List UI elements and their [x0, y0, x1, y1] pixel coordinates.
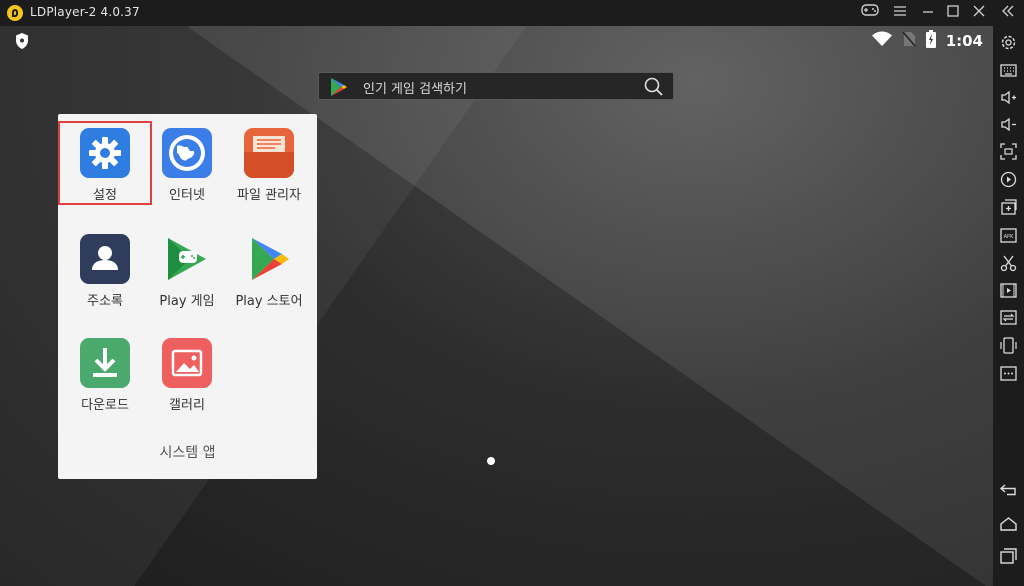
back-icon[interactable] — [999, 480, 1018, 499]
app-downloads[interactable]: 다운로드 — [65, 338, 145, 413]
app-label: 설정 — [93, 188, 117, 203]
folder-name[interactable]: 시스템 앱 — [58, 442, 317, 462]
collapse-sidebar-icon[interactable] — [994, 0, 1022, 26]
search-bar[interactable]: 인기 게임 검색하기 — [318, 72, 674, 100]
recents-icon[interactable] — [999, 546, 1018, 565]
keyboard-icon[interactable] — [999, 61, 1018, 80]
gamepad-icon[interactable] — [856, 0, 884, 26]
settings-icon[interactable] — [999, 33, 1018, 52]
maximize-icon[interactable] — [939, 0, 967, 26]
no-sim-icon — [902, 31, 916, 51]
settings-icon — [80, 128, 130, 178]
title-bar: LDPlayer-2 4.0.37 — [0, 0, 1024, 26]
app-label: 갤러리 — [169, 398, 205, 413]
contacts-icon — [80, 234, 130, 284]
android-home-screen[interactable]: 1:04 인기 게임 검색하기 설정 인터넷 파일 관리자 주소록 Play 게… — [0, 26, 993, 586]
app-label: 파일 관리자 — [237, 188, 301, 203]
app-play-games[interactable]: Play 게임 — [147, 234, 227, 309]
app-label: Play 스토어 — [235, 294, 303, 309]
emulator-toolbar: APK — [993, 26, 1024, 586]
app-label: 주소록 — [87, 294, 123, 309]
battery-icon — [925, 30, 936, 52]
app-browser[interactable]: 인터넷 — [147, 128, 227, 203]
play-store-icon — [330, 77, 348, 101]
search-placeholder: 인기 게임 검색하기 — [363, 82, 467, 97]
sync-icon[interactable] — [999, 308, 1018, 327]
system-apps-folder: 설정 인터넷 파일 관리자 주소록 Play 게임 Play 스토어 다운로드 … — [58, 114, 317, 479]
record-icon[interactable] — [999, 170, 1018, 189]
minimize-icon[interactable] — [914, 0, 942, 26]
volume-up-icon[interactable] — [999, 88, 1018, 107]
add-window-icon[interactable] — [999, 198, 1018, 217]
close-icon[interactable] — [965, 0, 993, 26]
download-icon — [80, 338, 130, 388]
window-title: LDPlayer-2 4.0.37 — [30, 5, 140, 19]
ldplayer-logo-icon — [7, 5, 23, 21]
shield-icon — [14, 32, 30, 54]
shake-icon[interactable] — [999, 336, 1018, 355]
gallery-icon — [162, 338, 212, 388]
svg-text:APK: APK — [1004, 234, 1014, 240]
search-icon[interactable] — [644, 77, 663, 100]
app-gallery[interactable]: 갤러리 — [147, 338, 227, 413]
browser-icon — [162, 128, 212, 178]
screenshot-icon[interactable] — [999, 142, 1018, 161]
play-store-icon — [244, 234, 294, 284]
app-label: 인터넷 — [169, 188, 205, 203]
app-label: 다운로드 — [81, 398, 129, 413]
app-label: Play 게임 — [159, 294, 215, 309]
app-file-manager[interactable]: 파일 관리자 — [229, 128, 309, 203]
volume-down-icon[interactable] — [999, 115, 1018, 134]
home-icon[interactable] — [999, 514, 1018, 533]
clock: 1:04 — [945, 32, 983, 50]
more-icon[interactable] — [999, 364, 1018, 383]
app-settings[interactable]: 설정 — [65, 128, 145, 203]
apk-icon[interactable]: APK — [999, 226, 1018, 245]
play-games-icon — [162, 234, 212, 284]
status-bar: 1:04 — [871, 30, 983, 52]
scissors-icon[interactable] — [999, 254, 1018, 273]
file-manager-icon — [244, 128, 294, 178]
video-icon[interactable] — [999, 281, 1018, 300]
page-indicator — [487, 457, 495, 465]
app-play-store[interactable]: Play 스토어 — [229, 234, 309, 309]
wifi-icon — [871, 31, 892, 51]
app-contacts[interactable]: 주소록 — [65, 234, 145, 309]
menu-icon[interactable] — [886, 0, 914, 26]
